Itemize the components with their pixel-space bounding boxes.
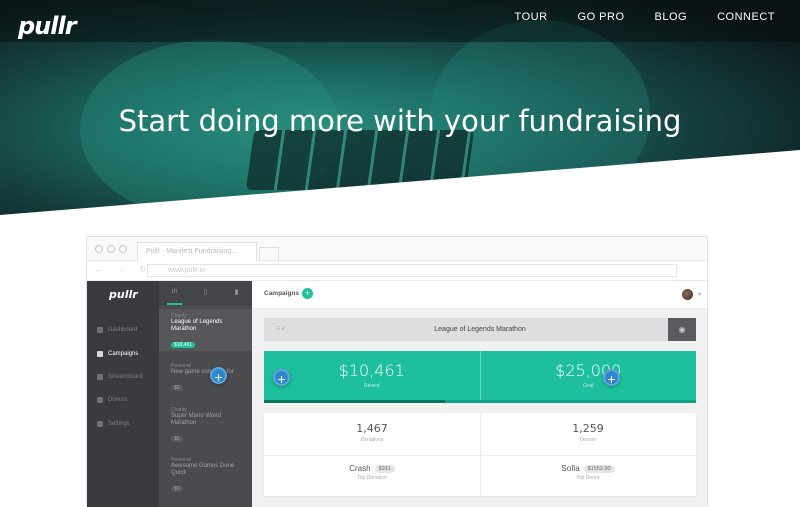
donations-label: Donations <box>360 437 384 443</box>
tab-archive: ▮ <box>234 289 239 296</box>
campaign-title: League of Legends Marathon <box>171 319 223 332</box>
campaign-list-panel: ılı ▯ ▮ Charity League of Legends Marath… <box>159 281 252 507</box>
site-logo[interactable]: pullr <box>18 12 77 40</box>
campaign-list-item: Charity Super Mario World Marathon $0 <box>159 403 252 449</box>
top-donor-name: Sofia <box>561 464 580 473</box>
donors-value: 1,259 <box>572 422 604 435</box>
sidebar-item-label: Campaigns <box>108 351 139 357</box>
fundraising-summary-card: $10,461 Raised $25,000 Goal <box>264 351 696 403</box>
top-donation-name: Crash <box>349 464 371 473</box>
goal-label: Goal <box>582 383 594 389</box>
campaign-amount-badge: $0 <box>171 436 183 442</box>
donations-stat: 1,467 Donations <box>264 422 480 443</box>
app-sidebar: pullr Dashboard Campaigns Streamboard Do… <box>87 281 159 507</box>
top-donation-label: Top Donation <box>357 475 387 481</box>
donors-label: Donors <box>579 437 597 443</box>
tab-layout: ▯ <box>203 289 208 296</box>
fundraising-progress-bar <box>264 400 696 403</box>
browser-tab: Pullr - Manifest Fundraising... <box>137 242 257 261</box>
campaign-list-tabs: ılı ▯ ▮ <box>159 281 252 305</box>
donors-stat: 1,259 Donors <box>480 422 696 443</box>
campaign-title: New game consoles for <box>171 369 234 375</box>
nav-go-pro-link[interactable]: GO PRO <box>578 11 625 23</box>
campaigns-heading: Campaigns <box>264 290 300 297</box>
campaign-title: League of Legends Marathon <box>434 326 526 333</box>
raised-value: $10,461 <box>338 361 405 380</box>
sidebar-item-label: Settings <box>108 421 130 427</box>
add-campaign-plus-icon: + <box>210 367 227 385</box>
avatar <box>682 289 693 300</box>
dashboard-icon <box>97 327 103 333</box>
nav-tour-link[interactable]: TOUR <box>515 11 548 23</box>
browser-url-field: www.pullr.io <box>147 264 677 277</box>
add-raised-plus-icon: + <box>273 369 290 387</box>
window-close-dot <box>95 245 103 253</box>
gear-icon <box>97 421 103 427</box>
goal-stat: $25,000 Goal <box>479 351 697 403</box>
add-icon: + <box>302 288 313 299</box>
streamboard-icon <box>97 374 103 380</box>
hero-headline: Start doing more with your fundraising <box>118 104 682 138</box>
sidebar-item-campaigns: Campaigns <box>97 351 138 357</box>
sidebar-item-settings: Settings <box>97 421 130 427</box>
campaign-title-bar: ☰ ▾ League of Legends Marathon ◉ <box>264 318 696 341</box>
campaign-title: Awesome Games Done Quick <box>171 463 235 476</box>
browser-nav-icons: ← → ↻ <box>95 265 153 274</box>
window-minimize-dot <box>107 245 115 253</box>
donations-value: 1,467 <box>356 422 388 435</box>
top-donation-stat: Crash $931 Top Donation <box>264 464 480 481</box>
campaign-stats-card: 1,467 Donations 1,259 Donors Crash $931 T… <box>264 413 696 496</box>
progress-fill <box>264 400 446 403</box>
chevron-down-icon: ▾ <box>697 292 701 298</box>
campaign-list-item: Personal New game consoles for $0 <box>159 359 252 398</box>
campaign-detail-panel: Campaigns + ▾ ☰ ▾ League of Legends Mara… <box>252 281 707 507</box>
browser-tab-bar: Pullr - Manifest Fundraising... <box>87 237 707 261</box>
browser-mockup: Pullr - Manifest Fundraising... ← → ↻ ww… <box>86 236 708 507</box>
top-donor-amount: $1552.00 <box>583 464 615 473</box>
menu-icon: ☰ ▾ <box>276 326 285 332</box>
sidebar-item-label: Donors <box>108 397 128 403</box>
divider <box>264 455 696 456</box>
nav-blog-link[interactable]: BLOG <box>655 11 688 23</box>
eye-icon: ◉ <box>668 318 696 341</box>
nav-connect-link[interactable]: CONNECT <box>717 11 775 23</box>
sidebar-item-streamboard: Streamboard <box>97 374 143 380</box>
sidebar-item-label: Dashboard <box>108 327 138 333</box>
campaign-amount-badge: $0 <box>171 486 183 492</box>
campaign-list-item: Personal Awesome Games Done Quick $0 <box>159 453 252 499</box>
browser-address-bar: ← → ↻ www.pullr.io <box>87 261 707 281</box>
campaign-header: Campaigns + ▾ <box>252 281 707 309</box>
sidebar-item-donors: Donors <box>97 397 127 403</box>
add-goal-plus-icon: + <box>603 369 620 387</box>
app-screen: pullr Dashboard Campaigns Streamboard Do… <box>87 281 707 507</box>
bar-chart-icon <box>97 351 103 357</box>
campaign-amount-badge: $0 <box>171 385 183 391</box>
top-donor-label: Top Donor <box>576 475 600 481</box>
browser-new-tab <box>259 247 279 261</box>
top-donor-stat: Sofia $1552.00 Top Donor <box>480 464 696 481</box>
campaign-amount-badge: $10,461 <box>171 342 196 348</box>
raised-stat: $10,461 Raised <box>264 351 480 403</box>
sidebar-item-dashboard: Dashboard <box>97 327 137 333</box>
raised-label: Raised <box>363 383 380 389</box>
hero-banner: pullr TOUR GO PRO BLOG CONNECT Start doi… <box>0 0 800 215</box>
goal-value: $25,000 <box>555 361 622 380</box>
sidebar-item-label: Streamboard <box>108 374 143 380</box>
main-nav: TOUR GO PRO BLOG CONNECT <box>515 11 775 23</box>
user-icon <box>97 397 103 403</box>
window-maximize-dot <box>119 245 127 253</box>
campaign-title: Super Mario World Marathon <box>171 413 221 426</box>
top-donation-amount: $931 <box>374 464 395 473</box>
tab-stats: ılı <box>159 281 190 305</box>
campaign-list-item: Charity League of Legends Marathon $10,4… <box>159 309 252 351</box>
app-logo: pullr <box>109 288 138 301</box>
